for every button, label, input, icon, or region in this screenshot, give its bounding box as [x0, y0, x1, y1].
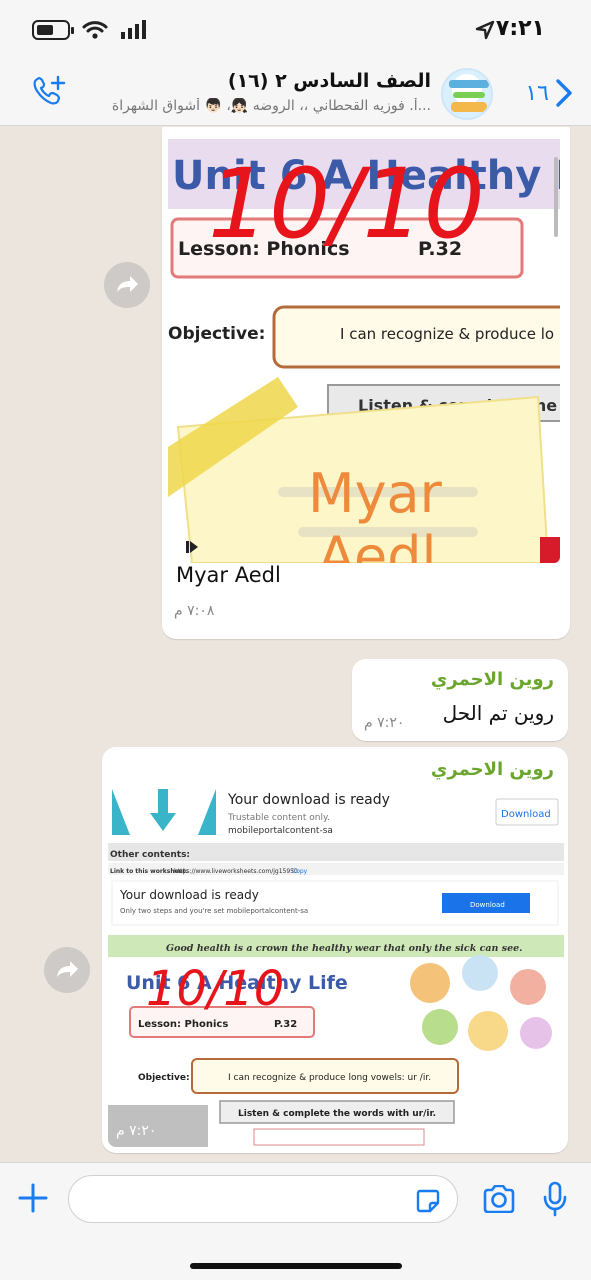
ad-sub2: mobileportalcontent-sa: [228, 826, 333, 836]
ad-download-button: Download: [501, 809, 551, 820]
page-text: P.32: [274, 1019, 297, 1030]
chevron-right-icon: [556, 79, 572, 107]
image-message-bubble[interactable]: روين الاحمري Your download is ready Trus…: [102, 747, 568, 1153]
message-time: ٧:٢٠ م: [364, 715, 405, 731]
listen-text: Listen & complete the words with ur/ir.: [238, 1109, 436, 1119]
status-icons: [32, 20, 146, 40]
image-caption: Myar Aedl: [176, 563, 281, 587]
note-name-line-1: Myar: [308, 462, 443, 525]
input-bar: [0, 1162, 591, 1280]
battery-icon: [32, 20, 74, 40]
forward-icon: [117, 276, 138, 292]
objective-text: I can recognize & produce lo: [340, 325, 554, 343]
worksheet-image[interactable]: Unit 6 A Healthy Life Lesson: Phonics P.…: [168, 127, 560, 563]
objective-label: Objective:: [168, 324, 265, 344]
group-avatar[interactable]: [441, 68, 493, 120]
wifi-icon: [82, 21, 108, 39]
add-call-icon[interactable]: [30, 74, 66, 108]
note-name-line-2: Aedl: [318, 525, 437, 563]
message-text: روين تم الحل: [442, 701, 554, 725]
worksheet-image[interactable]: Your download is ready Trustable content…: [108, 787, 564, 1147]
camera-icon[interactable]: [482, 1185, 516, 1213]
forward-icon: [57, 961, 78, 977]
sender-name[interactable]: روين الاحمري: [431, 759, 554, 780]
home-indicator: [190, 1263, 402, 1269]
unread-count: ١٦: [525, 80, 549, 106]
chat-area[interactable]: Unit 6 A Healthy Life Lesson: Phonics P.…: [0, 127, 591, 1162]
link-copy: Copy: [292, 868, 308, 875]
objective-text: I can recognize & produce long vowels: u…: [228, 1073, 431, 1083]
ad2-title: Your download is ready: [119, 888, 259, 902]
back-button[interactable]: ١٦: [525, 78, 573, 108]
status-bar: ٧:٢١: [0, 0, 591, 64]
location-arrow-icon: [475, 20, 495, 40]
link-url: https://www.liveworksheets.com/jg15950: [174, 868, 298, 875]
text-message-bubble[interactable]: روين الاحمري روين تم الحل ٧:٢٠ م: [352, 659, 568, 741]
plus-icon[interactable]: [18, 1183, 48, 1213]
sticker-icon[interactable]: [415, 1188, 441, 1214]
message-input[interactable]: [68, 1175, 458, 1223]
image-message-bubble[interactable]: Unit 6 A Healthy Life Lesson: Phonics P.…: [162, 127, 570, 639]
forward-button[interactable]: [44, 947, 90, 993]
worksheet-photo: Your download is ready Trustable content…: [108, 787, 564, 1147]
microphone-icon[interactable]: [542, 1181, 568, 1217]
chat-header: الصف السادس ٢ (١٦) أ. فوزيه القحطاني ،، …: [0, 64, 591, 126]
score-mark: 10/10: [146, 961, 284, 1017]
chat-title[interactable]: الصف السادس ٢ (١٦): [228, 70, 431, 92]
chat-participants[interactable]: أ. فوزيه القحطاني ،، الروضه 👧🏻، 👦🏻 أشواق…: [71, 98, 431, 114]
sender-name[interactable]: روين الاحمري: [431, 669, 554, 690]
message-time: ٧:٢٠ م: [116, 1123, 157, 1139]
signal-icon: [121, 20, 146, 39]
worksheet-photo: Unit 6 A Healthy Life Lesson: Phonics P.…: [168, 127, 560, 563]
score-mark: 10/10: [208, 148, 485, 260]
status-time: ٧:٢١: [495, 16, 545, 41]
message-time: ٧:٠٨ م: [174, 603, 215, 619]
ad-sub1: Trustable content only.: [227, 813, 330, 823]
forward-button[interactable]: [104, 262, 150, 308]
ad-title: Your download is ready: [227, 792, 390, 808]
ad2-sub: Only two steps and you're set mobileport…: [120, 907, 308, 915]
motto-text: Good health is a crown the healthy wear …: [166, 943, 522, 954]
other-contents-label: Other contents:: [110, 850, 190, 860]
lesson-text: Lesson: Phonics: [138, 1019, 228, 1030]
objective-label: Objective:: [138, 1073, 190, 1083]
ad2-download-button: Download: [470, 901, 505, 909]
